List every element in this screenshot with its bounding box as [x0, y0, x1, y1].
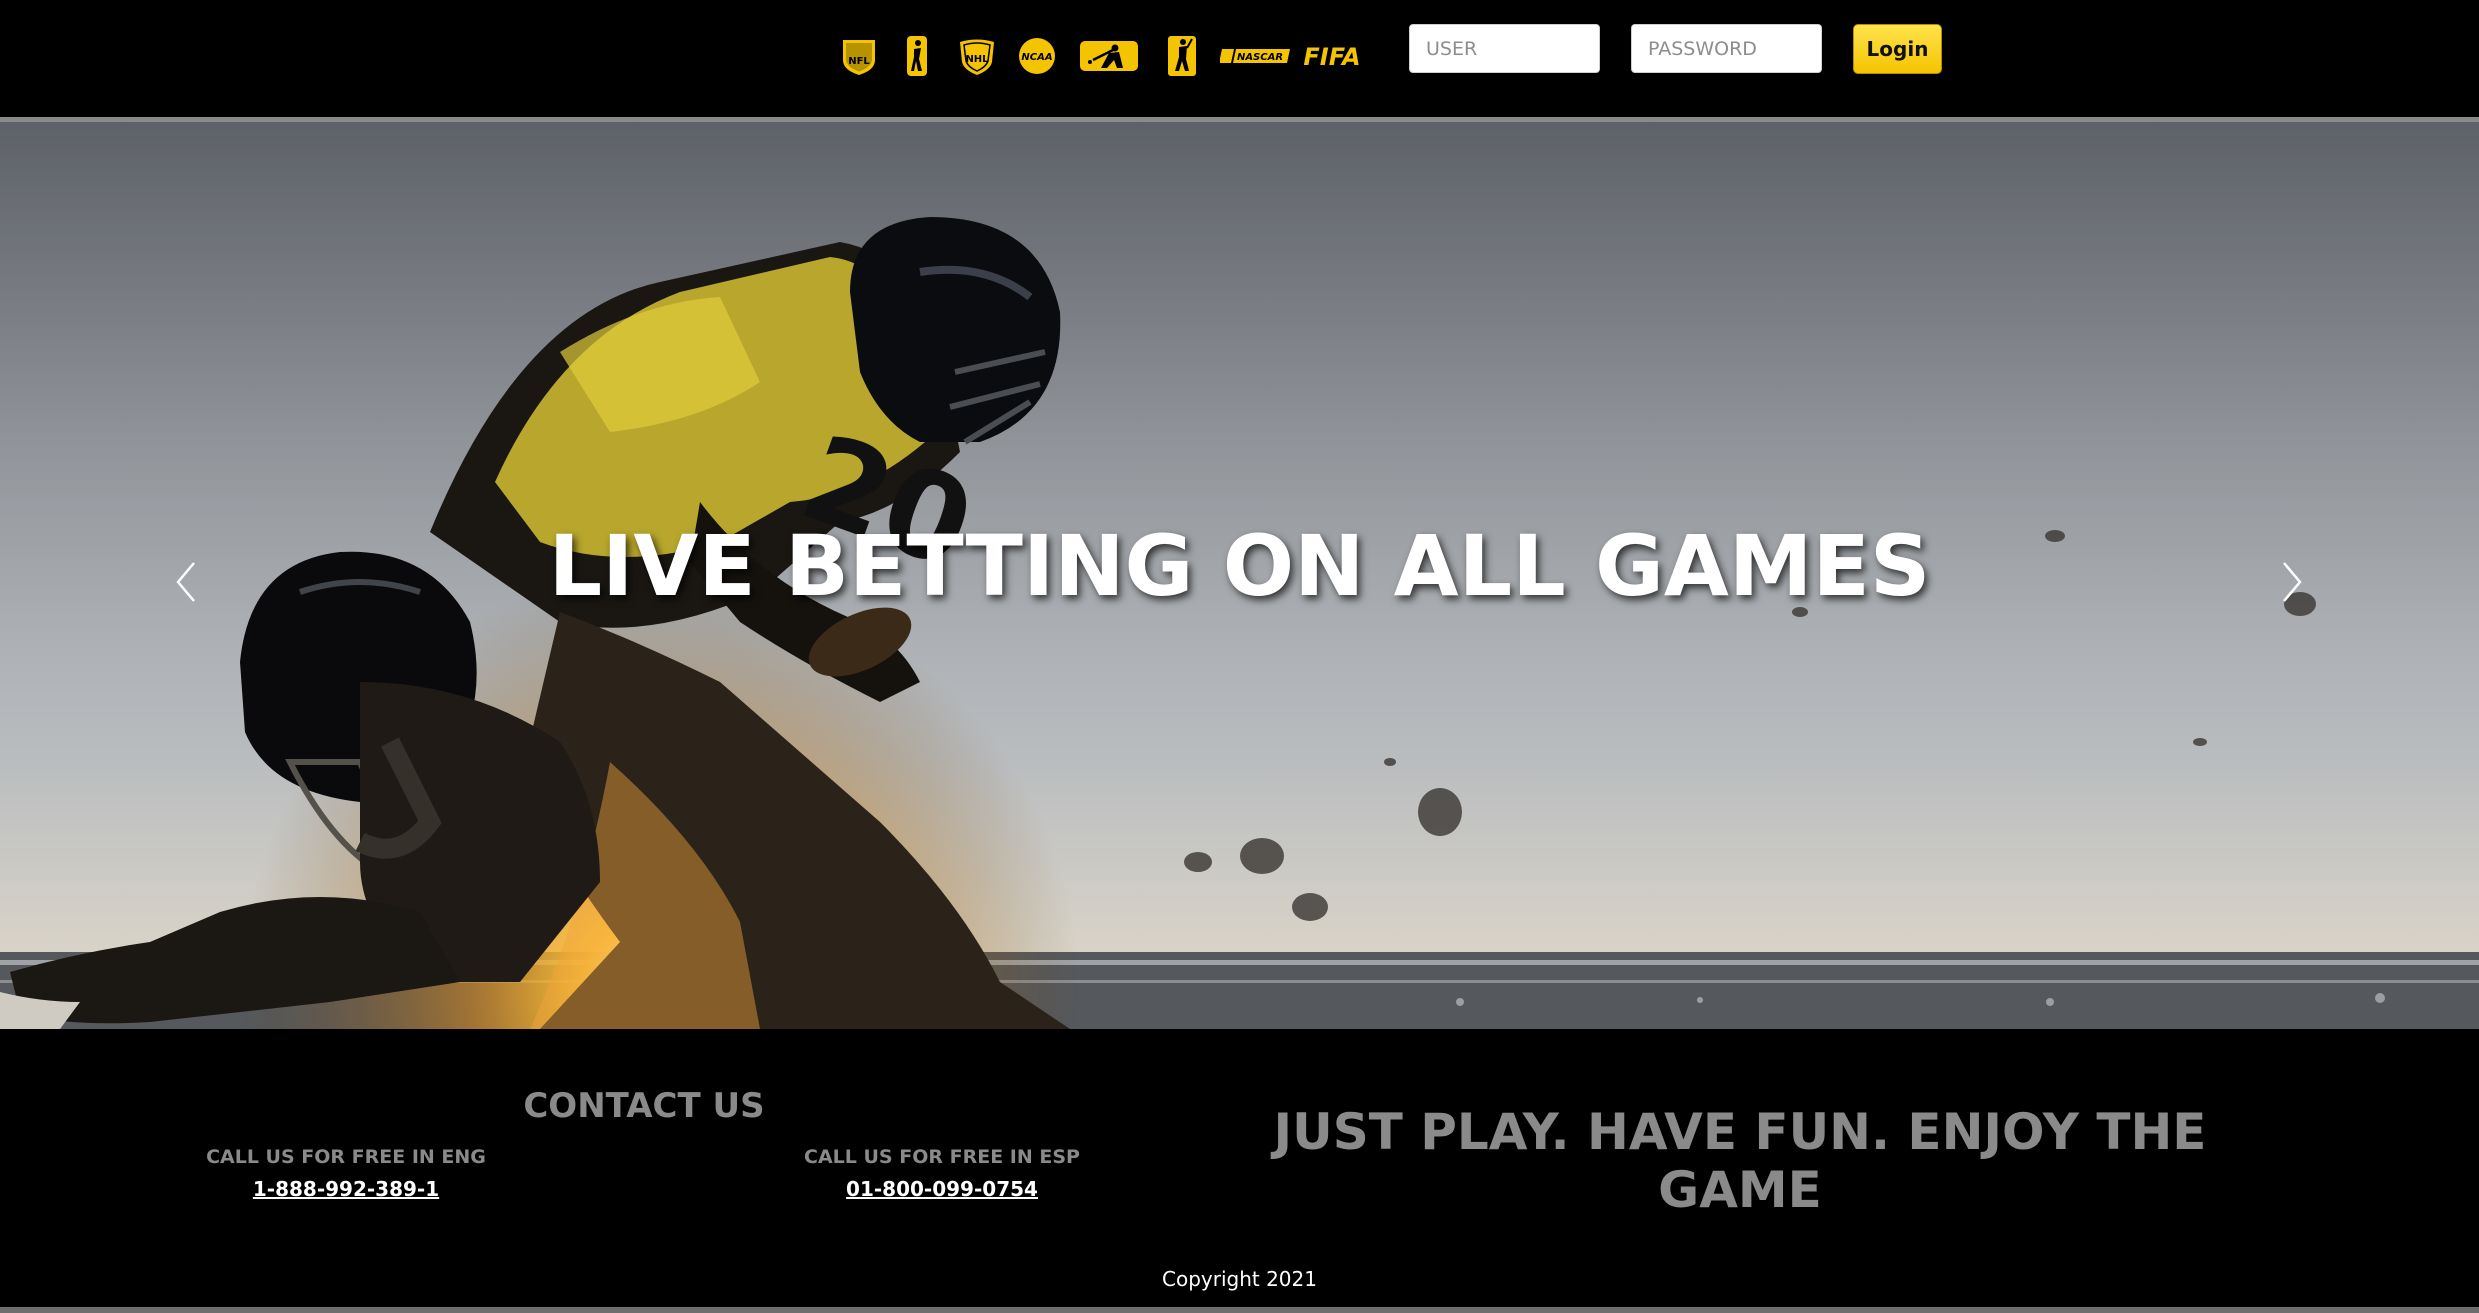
nhl-shield-icon: NHL — [946, 28, 1008, 84]
ncaa-disc-icon: NCAA — [1008, 28, 1066, 84]
svg-text:FIFA: FIFA — [1303, 43, 1360, 71]
login-button[interactable]: Login — [1853, 24, 1942, 74]
spanish-call-label: CALL US FOR FREE IN ESP — [804, 1146, 1080, 1168]
nfl-shield-icon: NFL — [830, 28, 888, 84]
footer-tagline: JUST PLAY. HAVE FUN. ENJOY THE GAME — [1273, 1103, 2207, 1219]
english-call-label: CALL US FOR FREE IN ENG — [206, 1146, 486, 1168]
svg-text:NHL: NHL — [965, 54, 989, 65]
hero-headline: LIVE BETTING ON ALL GAMES — [548, 517, 1931, 615]
fifa-wordmark-icon: FIFA — [1300, 28, 1364, 84]
spanish-phone-link[interactable]: 01-800-099-0754 — [792, 1177, 1092, 1201]
copyright-text: Copyright 2021 — [1162, 1267, 1317, 1291]
contact-heading: CONTACT US — [523, 1086, 765, 1126]
username-input[interactable] — [1409, 24, 1600, 73]
hero-carousel: 20 LIVE BETTING ON ALL GAMES — [0, 122, 2479, 1029]
svg-text:NASCAR: NASCAR — [1237, 52, 1283, 63]
mlb-batter-icon — [1066, 28, 1152, 84]
nba-player-icon — [888, 28, 946, 84]
chevron-left-icon — [176, 562, 195, 602]
top-header: NFL NHL NCAA NASCAR FIFA USER Login — [0, 0, 2479, 117]
carousel-prev-button[interactable] — [166, 552, 206, 612]
english-phone-link[interactable]: 1-888-992-389-1 — [196, 1177, 496, 1201]
league-logos: NFL NHL NCAA NASCAR FIFA — [830, 28, 1364, 84]
footer-bottom-border — [0, 1307, 2479, 1313]
carousel-next-button[interactable] — [2272, 552, 2312, 612]
password-input[interactable] — [1631, 24, 1822, 73]
chevron-right-icon — [2283, 562, 2302, 602]
pga-golfer-icon — [1152, 28, 1212, 84]
nascar-wordmark-icon: NASCAR — [1212, 28, 1300, 84]
svg-text:NCAA: NCAA — [1021, 52, 1052, 63]
svg-text:NFL: NFL — [848, 56, 870, 67]
site-footer: CONTACT US CALL US FOR FREE IN ENG 1-888… — [0, 1029, 2479, 1307]
